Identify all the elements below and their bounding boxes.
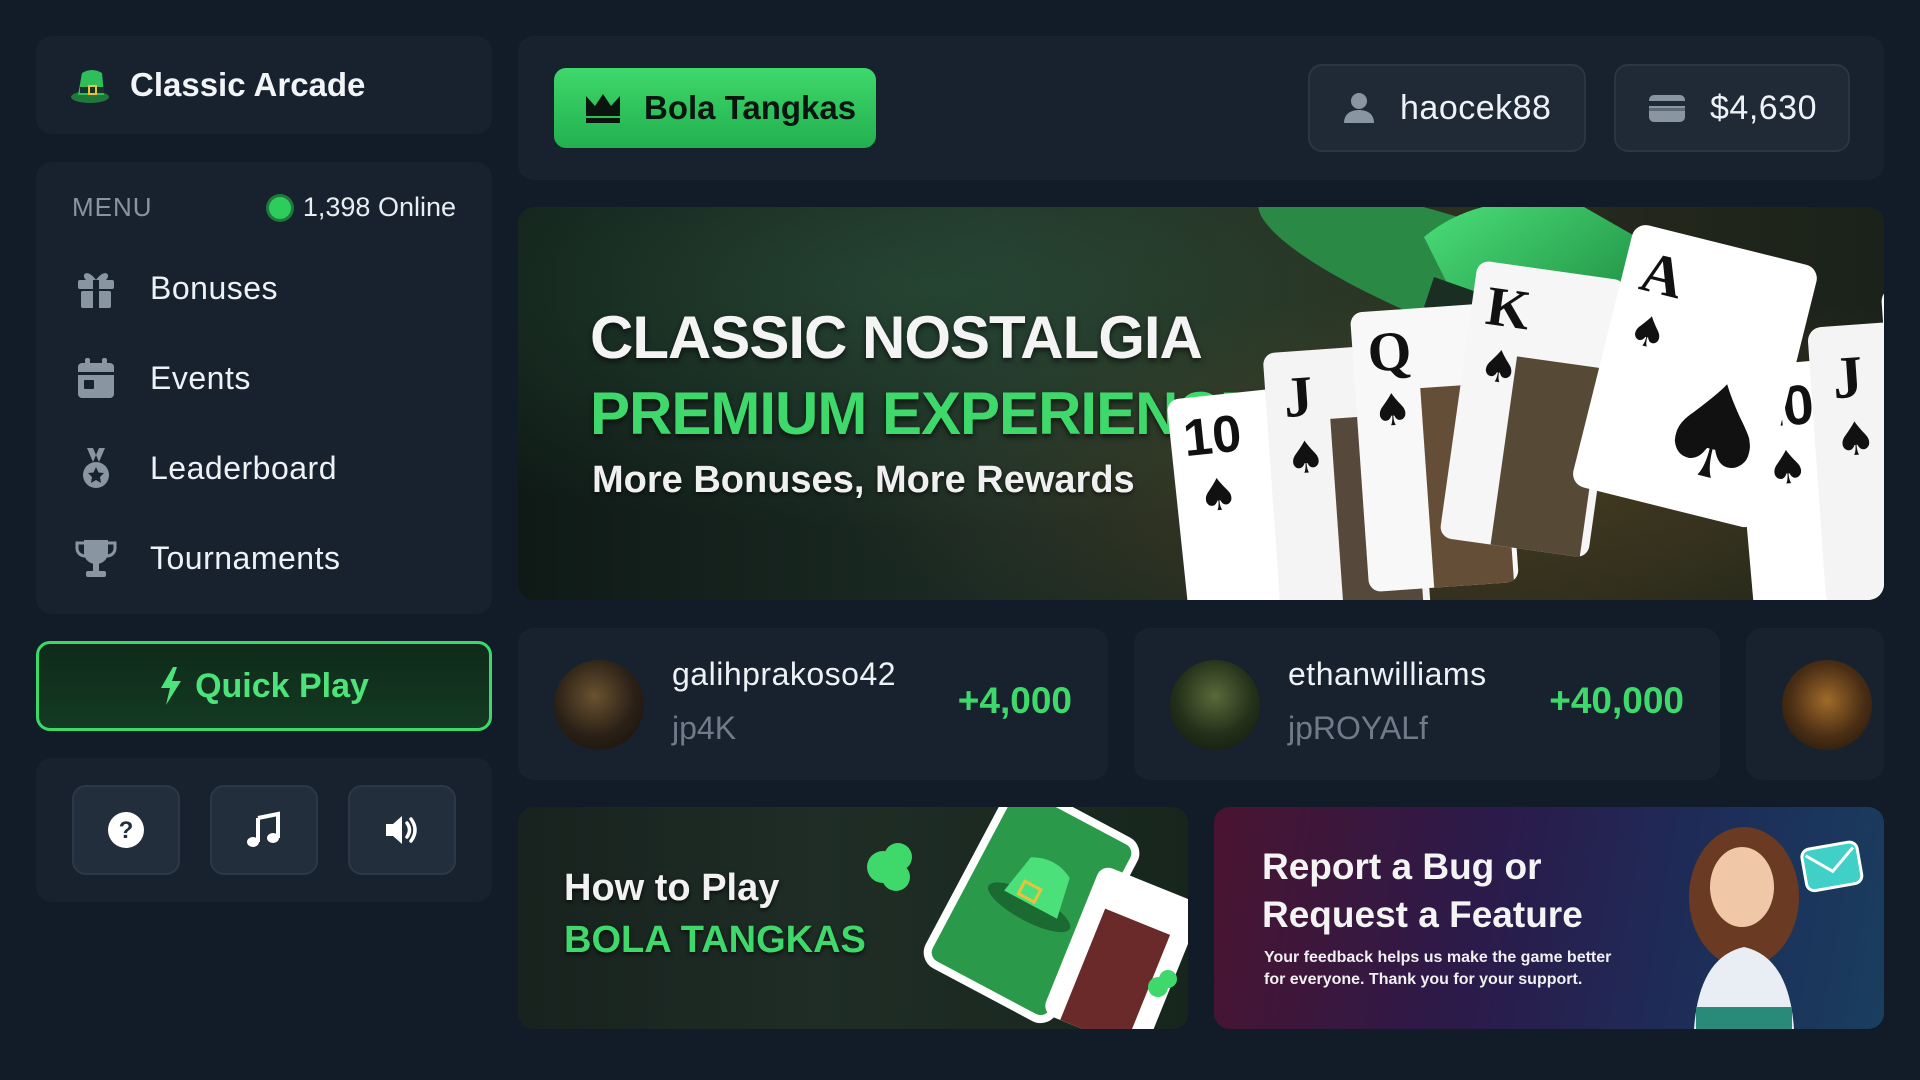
app-title: Classic Arcade [130,66,366,103]
online-indicator-icon [268,196,291,219]
svg-text:♠: ♠ [1284,431,1327,485]
sidebar-item-tournaments[interactable]: Tournaments [72,513,456,603]
svg-text:K: K [1482,275,1534,343]
winner-card[interactable]: galihprakoso42 jp4K +4,000 [518,628,1108,780]
game-select-label: Bola Tangkas [644,89,857,126]
menu-header: MENU 1,398 Online [72,192,456,223]
svg-text:♠: ♠ [1196,468,1241,523]
balance-button[interactable]: $4,630 [1614,64,1850,152]
winner-card[interactable]: ethanwilliams jpROYALf +40,000 [1134,628,1720,780]
sidebar-item-bonuses[interactable]: Bonuses [72,243,456,333]
lightning-icon [161,667,182,705]
quick-play-button[interactable]: Quick Play [36,641,492,731]
user-profile-button[interactable]: haocek88 [1308,64,1586,152]
support-character-icon [1689,827,1864,1029]
sidebar-item-label: Events [150,359,251,396]
username: haocek88 [1400,88,1552,127]
wallet-icon [1649,95,1685,122]
sidebar-item-leaderboard[interactable]: Leaderboard [72,423,456,513]
help-icon: ? [108,812,144,848]
report-bug-subtitle: Your feedback helps us make the game bet… [1264,949,1612,988]
how-to-play-banner[interactable]: How to Play BOLA TANGKAS [518,807,1188,1029]
game-select-button[interactable]: Bola Tangkas [554,68,876,148]
sidebar-item-label: Leaderboard [150,449,337,486]
sidebar-item-label: Bonuses [150,269,279,306]
medal-icon [72,444,120,492]
winner-name: galihprakoso42 [672,656,897,692]
user-icon [1344,93,1374,123]
svg-text:J: J [1281,363,1314,430]
trophy-icon [72,534,120,582]
winner-amount: +4,000 [957,680,1072,721]
avatar [1170,660,1260,750]
sidebar-item-events[interactable]: Events [72,333,456,423]
balance-amount: $4,630 [1710,88,1817,127]
card-hat-illustration-icon [867,807,1188,1029]
hero-tagline: More Bonuses, More Rewards [592,459,1135,501]
svg-text:10: 10 [1181,404,1245,468]
brand-header: Classic Arcade [36,36,492,134]
winner-game: jp4K [672,710,737,746]
quick-play-label: Quick Play [195,666,369,705]
volume-button[interactable] [348,785,456,875]
menu-label: MENU [72,192,153,222]
winner-name: ethanwilliams [1288,656,1487,692]
sound-controls: ? [36,758,492,902]
winner-game: jpROYALf [1288,710,1428,746]
winner-card[interactable] [1746,628,1884,780]
gift-icon [72,264,120,312]
music-button[interactable] [210,785,318,875]
crown-icon [586,94,620,123]
help-button[interactable]: ? [72,785,180,875]
music-icon [247,811,280,847]
winner-amount: +40,000 [1549,680,1684,721]
sidebar-item-label: Tournaments [150,539,341,576]
avatar [554,660,644,750]
report-bug-title: Report a Bug or Request a Feature [1262,846,1583,935]
online-count: 1,398 Online [302,192,456,222]
online-status: 1,398 Online [268,192,456,223]
playing-cards-icon: 10 ♠ J ♠ Q ♠ K ♠ A ♠ ♠ [1167,225,1817,600]
svg-text:Q: Q [1366,320,1414,385]
sidebar-menu: MENU 1,398 Online Bonuses Events Leaderb… [36,162,492,614]
hero-banner[interactable]: CLASSIC NOSTALGIA PREMIUM EXPERIENCE Mor… [518,207,1884,600]
avatar [1782,660,1872,750]
leprechaun-hat-icon [71,70,109,103]
svg-text:?: ? [119,817,134,844]
hero-title: CLASSIC NOSTALGIA [590,304,1203,371]
svg-text:♠: ♠ [1371,384,1414,438]
top-bar: Bola Tangkas haocek88 $4,630 [518,36,1884,180]
volume-icon [386,816,417,844]
how-to-play-title: How to Play [564,867,780,909]
how-to-play-game: BOLA TANGKAS [564,919,866,961]
report-bug-banner[interactable]: Report a Bug or Request a Feature Your f… [1214,807,1884,1029]
calendar-icon [72,354,120,402]
